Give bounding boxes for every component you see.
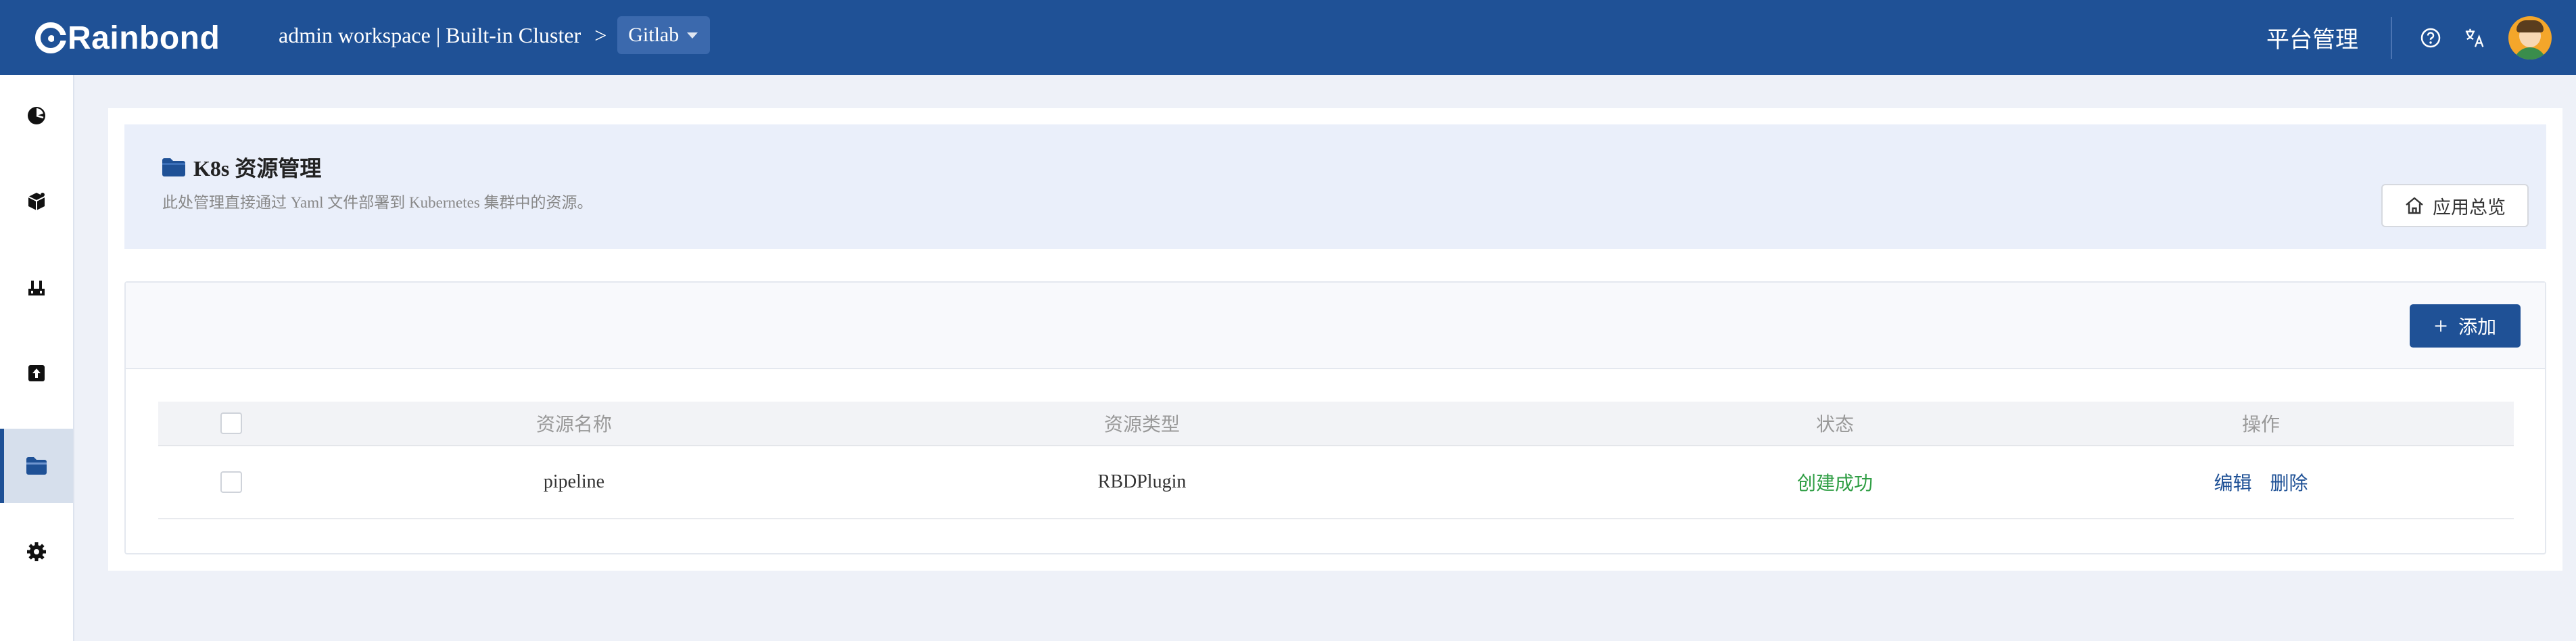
rainbond-logo[interactable]: Rainbond bbox=[35, 18, 220, 58]
workspace-crumb[interactable]: admin workspace | Built-in Cluster bbox=[279, 23, 581, 48]
resource-name: pipeline bbox=[543, 471, 605, 492]
table-header: 资源名称 资源类型 状态 操作 bbox=[158, 402, 2514, 446]
row-actions: 编辑 删除 bbox=[2193, 469, 2329, 496]
language-icon[interactable] bbox=[2464, 26, 2487, 49]
sidebar-item-components[interactable] bbox=[0, 164, 73, 239]
intro-panel: K8s 资源管理 此处管理直接通过 Yaml 文件部署到 Kubernetes … bbox=[124, 124, 2546, 249]
home-icon bbox=[2406, 197, 2423, 214]
caret-down-icon bbox=[687, 32, 698, 39]
edit-link[interactable]: 编辑 bbox=[2214, 473, 2251, 494]
card-header: + 添加 bbox=[126, 283, 2545, 369]
header-divider bbox=[2391, 16, 2392, 59]
breadcrumb: admin workspace | Built-in Cluster > Git… bbox=[279, 16, 711, 54]
column-header-actions: 操作 bbox=[2241, 414, 2280, 435]
help-icon[interactable] bbox=[2419, 26, 2442, 49]
add-resource-button[interactable]: + 添加 bbox=[2410, 304, 2521, 348]
sidebar-item-gateway[interactable] bbox=[0, 250, 73, 325]
plus-icon: + bbox=[2433, 312, 2448, 339]
page-description: 此处管理直接通过 Yaml 文件部署到 Kubernetes 集群中的资源。 bbox=[162, 194, 593, 211]
cube-icon bbox=[26, 191, 47, 212]
sidebar-item-settings[interactable] bbox=[0, 515, 73, 589]
logo-mark-icon bbox=[35, 22, 66, 53]
select-all-checkbox[interactable] bbox=[220, 412, 242, 434]
resource-type: RBDPlugin bbox=[1097, 471, 1187, 492]
app-overview-button[interactable]: 应用总览 bbox=[2381, 184, 2529, 227]
top-header: Rainbond admin workspace | Built-in Clus… bbox=[0, 0, 2576, 75]
column-header-name: 资源名称 bbox=[535, 414, 612, 435]
dashboard-icon bbox=[26, 105, 47, 126]
page-title: K8s 资源管理 bbox=[161, 151, 321, 183]
sidebar bbox=[0, 75, 74, 641]
app-selector[interactable]: Gitlab bbox=[617, 16, 711, 54]
logo-text: Rainbond bbox=[68, 20, 220, 56]
resource-table: 资源名称 资源类型 状态 操作 pipeline RBDPlugin 创建成功 … bbox=[158, 402, 2514, 519]
main-content: K8s 资源管理 此处管理直接通过 Yaml 文件部署到 Kubernetes … bbox=[108, 108, 2562, 571]
sidebar-item-overview[interactable] bbox=[0, 78, 73, 153]
status-badge: 创建成功 bbox=[1796, 473, 1873, 494]
page-title-text: K8s 资源管理 bbox=[193, 156, 322, 181]
gateway-icon bbox=[26, 277, 47, 298]
app-overview-label: 应用总览 bbox=[2433, 197, 2506, 218]
row-checkbox[interactable] bbox=[220, 471, 242, 493]
folder-icon bbox=[162, 158, 185, 176]
platform-management-link[interactable]: 平台管理 bbox=[2266, 21, 2358, 54]
app-selector-label: Gitlab bbox=[628, 24, 679, 46]
user-avatar[interactable] bbox=[2508, 16, 2552, 60]
folder-icon bbox=[25, 456, 48, 476]
column-header-type: 资源类型 bbox=[1103, 414, 1180, 435]
delete-link[interactable]: 删除 bbox=[2270, 473, 2308, 494]
sidebar-item-publish[interactable] bbox=[0, 336, 73, 410]
column-header-status: 状态 bbox=[1815, 414, 1854, 435]
gear-icon bbox=[26, 541, 47, 563]
breadcrumb-separator: > bbox=[594, 22, 607, 47]
header-right: 平台管理 bbox=[2266, 0, 2576, 75]
sidebar-item-k8s-resources[interactable] bbox=[0, 429, 73, 503]
upload-icon bbox=[26, 362, 47, 384]
table-row: pipeline RBDPlugin 创建成功 编辑 删除 bbox=[158, 446, 2514, 519]
add-resource-label: 添加 bbox=[2458, 317, 2497, 338]
resource-card: + 添加 资源名称 资源类型 状态 操作 pipeline RBDPlugin … bbox=[124, 281, 2546, 554]
